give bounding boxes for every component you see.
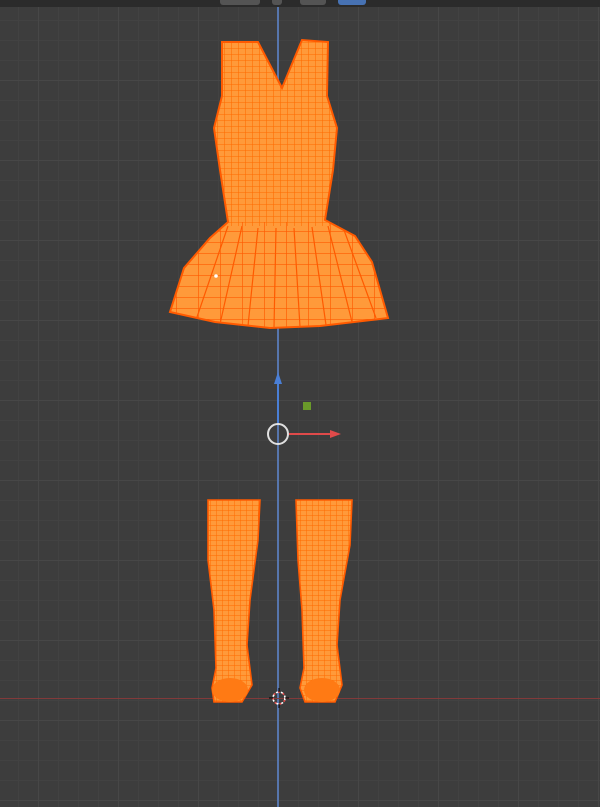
gizmo-x-arrow-icon[interactable]: [330, 430, 341, 438]
gizmo-center-circle-icon[interactable]: [267, 423, 289, 445]
move-gizmo[interactable]: [267, 372, 341, 445]
3d-cursor-icon: [269, 688, 289, 708]
sock-right-mesh[interactable]: [290, 495, 360, 705]
sock-left-mesh[interactable]: [200, 495, 270, 705]
3d-viewport[interactable]: [0, 0, 600, 807]
dress-mesh[interactable]: [160, 36, 400, 332]
scene-canvas: [160, 36, 400, 708]
gizmo-xz-plane-handle[interactable]: [303, 402, 311, 410]
gizmo-z-arrow-icon[interactable]: [274, 372, 282, 384]
